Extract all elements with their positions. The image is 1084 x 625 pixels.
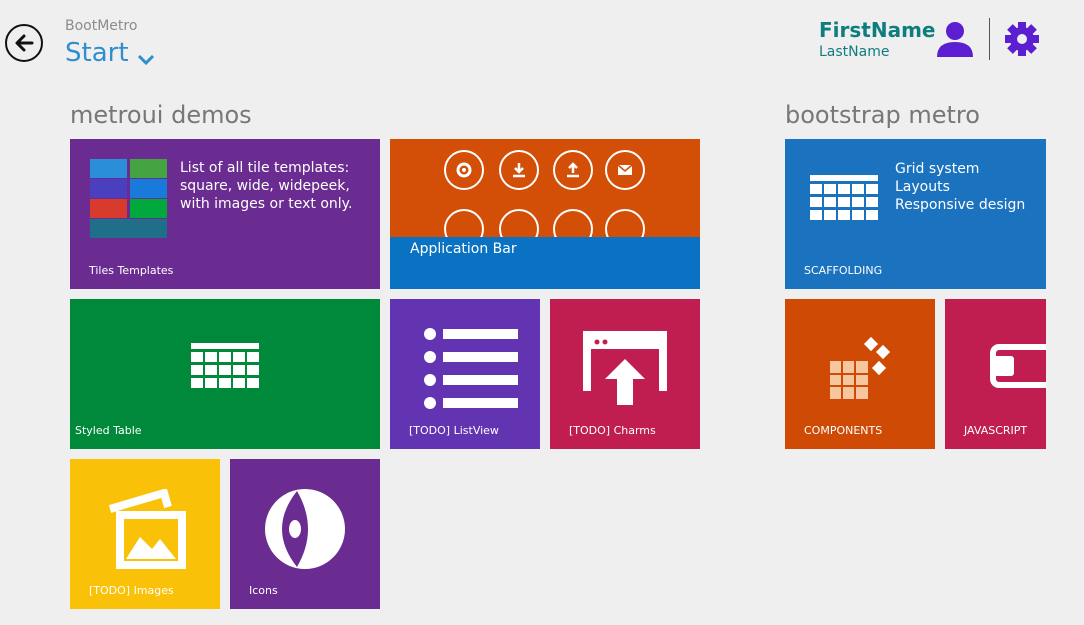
tile-charms[interactable]: [TODO] Charms [550, 299, 700, 449]
tile-styled-table-label: Styled Table [75, 424, 142, 437]
eye-icon [265, 489, 345, 569]
tile-charms-label: [TODO] Charms [569, 424, 656, 437]
tile-listview[interactable]: [TODO] ListView [390, 299, 540, 449]
mosaic-cell [90, 219, 167, 238]
tile-javascript[interactable]: JAVASCRIPT [945, 299, 1046, 449]
tile-javascript-label: JAVASCRIPT [964, 424, 1028, 437]
tile-application-bar[interactable]: Application Bar [390, 139, 700, 289]
tile-scaffolding-label: SCAFFOLDING [804, 264, 883, 277]
upload-icon [553, 150, 593, 190]
gear-icon[interactable] [1004, 21, 1040, 57]
user-last-name[interactable]: LastName [819, 44, 889, 60]
grid-icon [810, 175, 878, 220]
mosaic-cell [130, 159, 167, 178]
tile-styled-table[interactable]: Styled Table [70, 299, 380, 449]
back-button[interactable] [5, 24, 43, 62]
app-name: BootMetro [65, 18, 138, 34]
tile-templates-label: Tiles Templates [89, 264, 174, 277]
circle-gear-icon [444, 150, 484, 190]
mosaic-cell [90, 159, 127, 178]
tile-icons-label: Icons [249, 584, 278, 597]
table-icon [191, 343, 259, 388]
chevron-down-icon[interactable] [137, 54, 155, 66]
toggle-icon [990, 344, 1046, 388]
tile-listview-label: [TODO] ListView [409, 424, 499, 437]
download-icon [499, 150, 539, 190]
user-icon[interactable] [935, 21, 975, 57]
tile-scaffolding[interactable]: Grid system Layouts Responsive design SC… [785, 139, 1046, 289]
tile-components-label: COMPONENTS [804, 424, 883, 437]
group-title-metroui: metroui demos [70, 101, 252, 129]
tile-scaffolding-description: Grid system Layouts Responsive design [895, 161, 1026, 213]
tile-templates-description: List of all tile templates: square, wide… [180, 160, 353, 212]
tile-icons[interactable]: Icons [230, 459, 380, 609]
list-icon [424, 328, 518, 409]
header-divider [989, 18, 990, 60]
mosaic-cell [130, 179, 167, 198]
tile-templates[interactable]: List of all tile templates: square, wide… [70, 139, 380, 289]
mosaic-cell [90, 179, 127, 198]
tile-application-bar-label: Application Bar [410, 241, 517, 257]
images-icon [108, 489, 186, 569]
page-title[interactable]: Start [65, 38, 129, 68]
back-arrow-icon [15, 34, 34, 52]
user-first-name[interactable]: FirstName [819, 18, 935, 42]
mail-icon [605, 150, 645, 190]
cubes-icon [830, 336, 891, 399]
tile-images-label: [TODO] Images [89, 584, 174, 597]
share-window-icon [583, 331, 667, 405]
group-title-bootstrap: bootstrap metro [785, 101, 980, 129]
mosaic-cell [90, 199, 127, 218]
mosaic-cell [130, 199, 167, 218]
tile-images[interactable]: [TODO] Images [70, 459, 220, 609]
tile-components[interactable]: COMPONENTS [785, 299, 935, 449]
